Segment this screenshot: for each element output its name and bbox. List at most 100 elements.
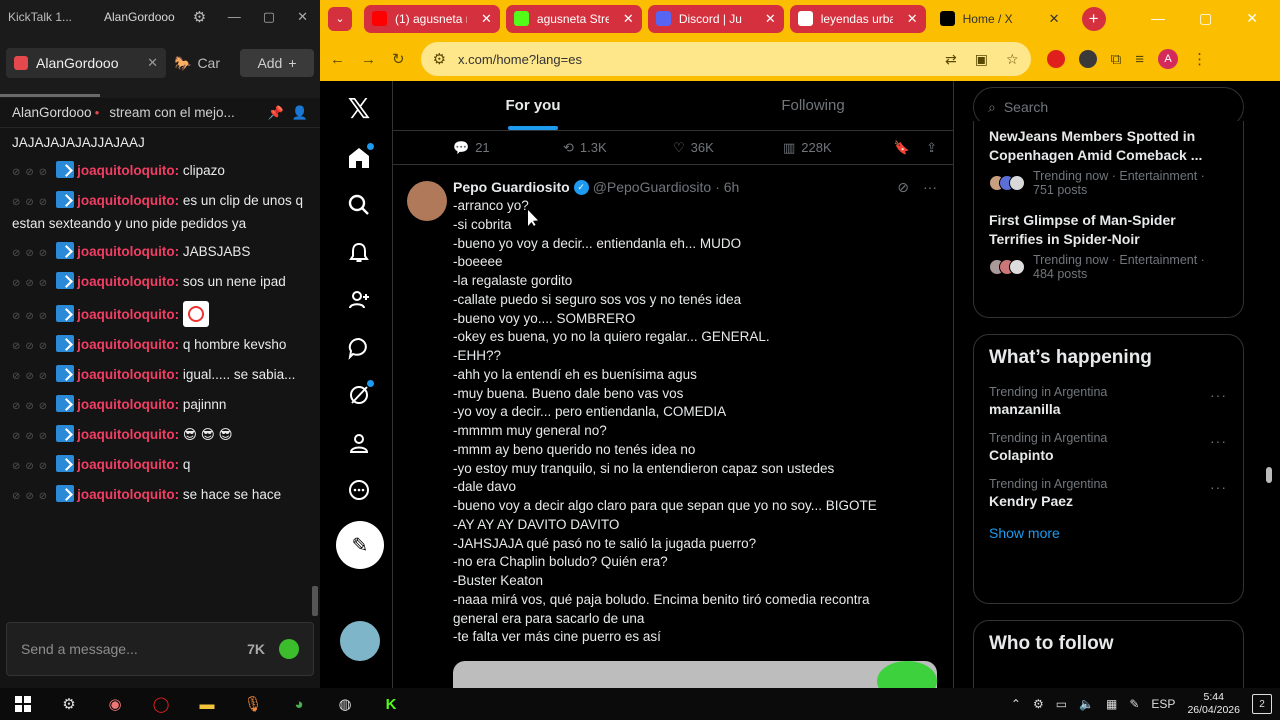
like-button[interactable]: ♡ 36K — [673, 140, 783, 156]
show-more-link[interactable]: Show more — [974, 519, 1243, 555]
bookmark-icon[interactable]: 🔖 — [894, 140, 910, 156]
puzzle-icon[interactable]: ⧉ — [1111, 51, 1122, 68]
tray-app-icon[interactable]: ▭ — [1056, 697, 1067, 711]
chat-username[interactable]: joaquitoloquito: — [77, 457, 179, 472]
explore-icon[interactable] — [342, 188, 376, 222]
maximize-icon[interactable]: ▢ — [1199, 10, 1212, 27]
kick-emotes-icon[interactable]: 7K — [247, 641, 265, 657]
tweet-avatar[interactable] — [407, 181, 447, 221]
mod-tools-icon[interactable]: ⊘⊘⊘ — [12, 426, 52, 447]
page-scrollbar[interactable] — [1266, 467, 1272, 483]
chat-username[interactable]: joaquitoloquito: — [77, 397, 179, 412]
browser-tab[interactable]: leyendas urbar ✕ — [789, 4, 926, 33]
more-options-icon[interactable]: ··· — [1210, 433, 1227, 449]
folder-icon[interactable]: ▬ — [184, 688, 230, 720]
chat-username[interactable]: joaquitoloquito: — [77, 367, 179, 382]
star-icon[interactable]: ☆ — [1006, 51, 1019, 68]
tab-close-icon[interactable]: ✕ — [481, 11, 492, 27]
mod-tools-icon[interactable]: ⊘⊘⊘ — [12, 366, 52, 387]
tweet-time[interactable]: · 6h — [715, 179, 739, 195]
notification-center-icon[interactable]: 2 — [1252, 694, 1272, 714]
messages-icon[interactable] — [342, 331, 376, 365]
tab-following[interactable]: Following — [673, 81, 953, 130]
chat-username[interactable]: joaquitoloquito: — [77, 337, 179, 352]
mod-tools-icon[interactable]: ⊘⊘⊘ — [12, 273, 52, 294]
grok-explain-icon[interactable]: ⊘ — [897, 179, 909, 196]
browser-tab[interactable]: (1) agusneta m ✕ — [364, 4, 500, 33]
microphone-icon[interactable]: 🎙 — [230, 688, 276, 720]
mod-tools-icon[interactable]: ⊘⊘⊘ — [12, 306, 52, 327]
close-icon[interactable]: ✕ — [1246, 10, 1258, 27]
clock[interactable]: 5:44 26/04/2026 — [1187, 691, 1240, 717]
profile-avatar[interactable]: A — [1158, 49, 1179, 69]
language-indicator[interactable]: ESP — [1151, 697, 1175, 711]
tab-scroll-indicator[interactable] — [0, 92, 320, 98]
minimize-icon[interactable]: — — [228, 9, 241, 25]
pin-icon[interactable]: 📌 — [268, 105, 284, 121]
obs-icon[interactable]: ◍ — [322, 688, 368, 720]
chat-tab-active[interactable]: AlanGordooo ✕ — [6, 48, 166, 78]
mod-tools-icon[interactable]: ⊘⊘⊘ — [12, 336, 52, 357]
media-control-icon[interactable]: ≡ — [1135, 51, 1144, 68]
browser-tab[interactable]: Home / X ✕ — [931, 4, 1068, 33]
news-item[interactable]: First Glimpse of Man-Spider Terrifies in… — [989, 211, 1228, 281]
emote-picker-icon[interactable] — [279, 639, 299, 659]
address-bar[interactable]: ⚙ x.com/home?lang=es ⇄ ▣ ☆ — [420, 42, 1031, 76]
compose-post-button[interactable]: ✎ — [336, 521, 384, 569]
mod-tools-icon[interactable]: ⊘⊘⊘ — [12, 243, 52, 264]
forward-icon[interactable]: → — [361, 51, 376, 68]
gear-icon[interactable]: ⚙ — [193, 8, 206, 26]
tab-close-icon[interactable]: ✕ — [1049, 11, 1060, 27]
chat-tab-2[interactable]: 🐎 Car — [174, 55, 220, 72]
tab-close-icon[interactable]: ✕ — [907, 11, 918, 27]
chat-username[interactable]: joaquitoloquito: — [77, 307, 179, 322]
mod-tools-icon[interactable]: ⊘⊘⊘ — [12, 456, 52, 477]
browser-tab[interactable]: agusneta Strea ✕ — [505, 4, 642, 33]
tab-close-icon[interactable]: ✕ — [623, 11, 634, 27]
menu-icon[interactable]: ⋮ — [1192, 50, 1207, 68]
tab-search-icon[interactable]: ⌄ — [328, 6, 352, 31]
extension-icon[interactable] — [1078, 50, 1097, 68]
news-item[interactable]: NewJeans Members Spotted in Copenhagen A… — [989, 127, 1228, 197]
chat-username[interactable]: joaquitoloquito: — [77, 244, 179, 259]
volume-icon[interactable]: 🔈 — [1079, 697, 1094, 711]
network-icon[interactable]: ▦ — [1106, 697, 1117, 711]
mod-tools-icon[interactable]: ⊘⊘⊘ — [12, 486, 52, 507]
tab-for-you[interactable]: For you — [393, 81, 673, 130]
chat-username[interactable]: joaquitoloquito: — [77, 427, 179, 442]
steam-icon[interactable]: ⚙ — [46, 688, 92, 720]
tray-steam-icon[interactable]: ⚙ — [1033, 697, 1044, 711]
account-avatar[interactable] — [340, 621, 380, 661]
close-icon[interactable]: ✕ — [297, 9, 308, 25]
follow-people-icon[interactable] — [342, 283, 376, 317]
reload-icon[interactable]: ↻ — [392, 50, 405, 68]
chat-username[interactable]: joaquitoloquito: — [77, 487, 179, 502]
chat-username[interactable]: joaquitoloquito: — [77, 193, 179, 208]
tweet-media[interactable] — [453, 661, 937, 688]
chat-username[interactable]: joaquitoloquito: — [77, 274, 179, 289]
opera-icon[interactable]: ◯ — [138, 688, 184, 720]
opera-extension-icon[interactable] — [1046, 50, 1065, 68]
tray-chevron-icon[interactable]: ⌃ — [1011, 697, 1021, 711]
add-chat-button[interactable]: Add + — [240, 49, 314, 77]
mod-tools-icon[interactable]: ⊘⊘⊘ — [12, 162, 52, 183]
more-options-icon[interactable]: ··· — [1210, 387, 1227, 403]
grok-icon[interactable] — [342, 378, 376, 412]
share-icon[interactable]: ⇪ — [926, 140, 937, 156]
trend-item[interactable]: Trending in Argentina manzanilla ··· — [974, 381, 1243, 427]
mod-tools-icon[interactable]: ⊘⊘⊘ — [12, 396, 52, 417]
views-button[interactable]: ▥ 228K — [783, 140, 893, 156]
chat-username[interactable]: joaquitoloquito: — [77, 163, 179, 178]
windows-start-icon[interactable] — [0, 688, 46, 720]
mod-tools-icon[interactable]: ⊘⊘⊘ — [12, 192, 52, 213]
app-icon[interactable]: ◉ — [92, 688, 138, 720]
browser-tab[interactable]: Discord | Ju ✕ — [647, 4, 784, 33]
more-options-icon[interactable]: ··· — [1210, 479, 1227, 495]
back-icon[interactable]: ← — [330, 51, 345, 68]
minimize-icon[interactable]: — — [1151, 10, 1165, 27]
tweet-author-handle[interactable]: @PepoGuardiosito — [593, 179, 712, 195]
more-icon[interactable] — [342, 473, 376, 507]
profile-icon[interactable] — [342, 426, 376, 460]
tweet-author-name[interactable]: Pepo Guardiosito — [453, 179, 570, 195]
x-logo-icon[interactable]: 𝕏 — [342, 91, 376, 125]
